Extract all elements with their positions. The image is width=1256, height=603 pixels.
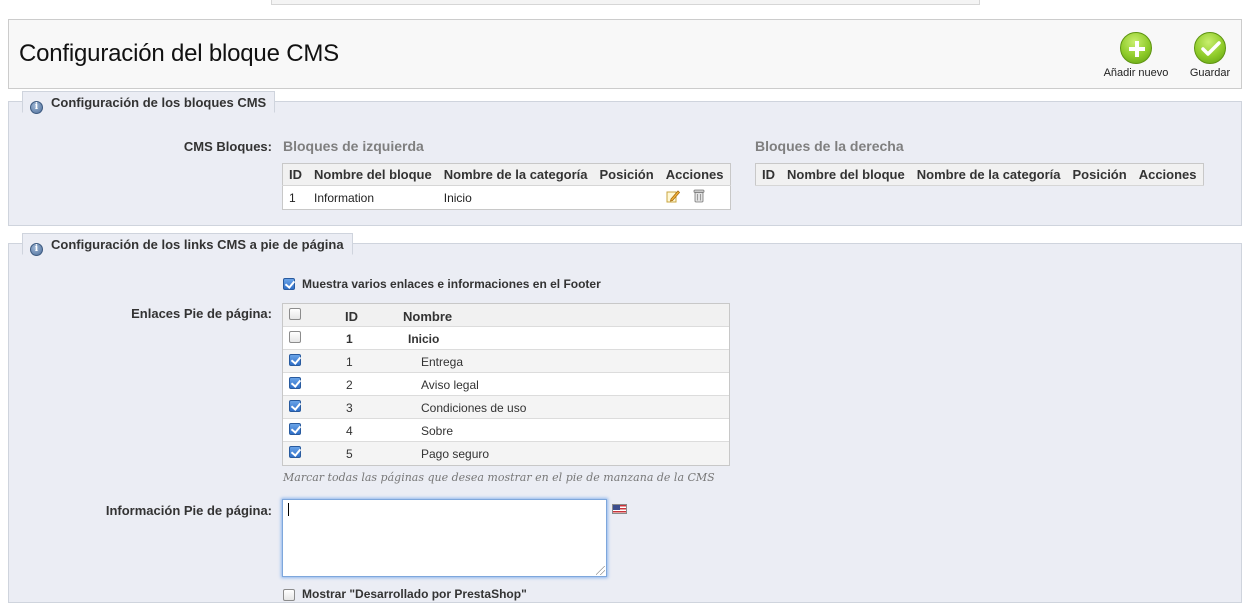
col-id: ID xyxy=(345,309,358,324)
cell-actions xyxy=(660,186,730,210)
link-id: 5 xyxy=(346,447,353,461)
cell-position xyxy=(594,186,660,210)
plus-icon xyxy=(1120,32,1152,64)
link-checkbox[interactable] xyxy=(289,377,301,389)
left-blocks-heading: Bloques de izquierda xyxy=(283,138,424,154)
table-header-row: ID Nombre xyxy=(283,304,729,327)
link-id: 1 xyxy=(346,355,353,369)
table-header-row: ID Nombre del bloque Nombre de la catego… xyxy=(755,163,1204,186)
table-row: 5 Pago seguro xyxy=(283,442,729,465)
cell-category: Inicio xyxy=(443,190,472,205)
page-title: Configuración del bloque CMS xyxy=(19,40,339,67)
cms-blocks-label: CMS Bloques: xyxy=(183,139,272,154)
powered-by-label: Mostrar "Desarrollado por PrestaShop" xyxy=(302,587,527,601)
col-block-name: Nombre del bloque xyxy=(781,163,911,186)
cms-blocks-legend: i Configuración de los bloques CMS xyxy=(22,91,276,114)
col-block-name: Nombre del bloque xyxy=(308,163,438,186)
save-label: Guardar xyxy=(1189,67,1231,79)
link-checkbox[interactable] xyxy=(289,446,301,458)
link-id: 4 xyxy=(346,424,353,438)
page-toolbar: Configuración del bloque CMS Añadir nuev… xyxy=(8,19,1242,89)
save-button[interactable]: Guardar xyxy=(1175,32,1245,79)
col-actions: Acciones xyxy=(659,163,731,186)
footer-links-hint: Marcar todas las páginas que desea mostr… xyxy=(283,471,715,484)
right-blocks-heading: Bloques de la derecha xyxy=(755,138,904,154)
link-checkbox[interactable] xyxy=(289,331,301,343)
link-name: Pago seguro xyxy=(421,447,490,461)
left-blocks-table: ID Nombre del bloque Nombre de la catego… xyxy=(282,163,731,210)
link-id: 1 xyxy=(346,332,353,346)
table-header-row: ID Nombre del bloque Nombre de la catego… xyxy=(282,163,731,186)
top-strip xyxy=(271,0,980,5)
link-name: Condiciones de uso xyxy=(421,401,527,415)
info-icon: i xyxy=(30,101,43,114)
powered-by-checkbox[interactable] xyxy=(283,589,295,601)
col-id: ID xyxy=(755,163,781,186)
show-footer-label: Muestra varios enlaces e informaciones e… xyxy=(302,277,601,291)
link-name: Aviso legal xyxy=(421,378,479,392)
col-actions: Acciones xyxy=(1132,163,1204,186)
checkmark-icon xyxy=(1194,32,1226,64)
table-row: 1 Inicio xyxy=(283,327,729,350)
resize-grip-icon[interactable] xyxy=(596,566,605,575)
footer-links-legend: i Configuración de los links CMS a pie de… xyxy=(22,233,353,256)
link-id: 3 xyxy=(346,401,353,415)
show-footer-checkbox[interactable] xyxy=(283,278,295,290)
link-checkbox[interactable] xyxy=(289,354,301,366)
link-checkbox[interactable] xyxy=(289,400,301,412)
table-row: 1 Information Inicio xyxy=(283,186,731,210)
footer-info-label: Información Pie de página: xyxy=(105,503,272,518)
table-row: 1 Entrega xyxy=(283,350,729,373)
col-name: Nombre xyxy=(403,309,453,324)
select-all-checkbox[interactable] xyxy=(289,308,301,320)
link-name: Entrega xyxy=(421,355,464,369)
text-caret xyxy=(288,503,289,516)
link-id: 2 xyxy=(346,378,353,392)
cell-block-name: Information xyxy=(314,190,375,205)
table-row: 3 Condiciones de uso xyxy=(283,396,729,419)
col-position: Posición xyxy=(1066,163,1133,186)
cell-id: 1 xyxy=(289,190,296,205)
link-checkbox[interactable] xyxy=(289,423,301,435)
col-category-name: Nombre de la categoría xyxy=(437,163,594,186)
add-new-label: Añadir nuevo xyxy=(1103,67,1169,79)
col-position: Posición xyxy=(593,163,660,186)
table-row: 4 Sobre xyxy=(283,419,729,442)
table-row: 2 Aviso legal xyxy=(283,373,729,396)
col-category-name: Nombre de la categoría xyxy=(910,163,1067,186)
link-name: Inicio xyxy=(408,332,440,346)
trash-icon[interactable] xyxy=(693,189,705,206)
info-icon: i xyxy=(30,243,43,256)
link-name: Sobre xyxy=(421,424,454,438)
col-id: ID xyxy=(282,163,308,186)
footer-info-textarea[interactable] xyxy=(282,499,607,577)
right-blocks-table: ID Nombre del bloque Nombre de la catego… xyxy=(755,163,1204,186)
footer-links-table: ID Nombre 1 Inicio 1 Entrega 2 Aviso leg… xyxy=(282,303,730,466)
us-flag-icon[interactable] xyxy=(612,504,627,514)
add-new-button[interactable]: Añadir nuevo xyxy=(1101,32,1171,79)
footer-links-label: Enlaces Pie de página: xyxy=(131,306,272,321)
edit-icon[interactable] xyxy=(666,189,680,206)
